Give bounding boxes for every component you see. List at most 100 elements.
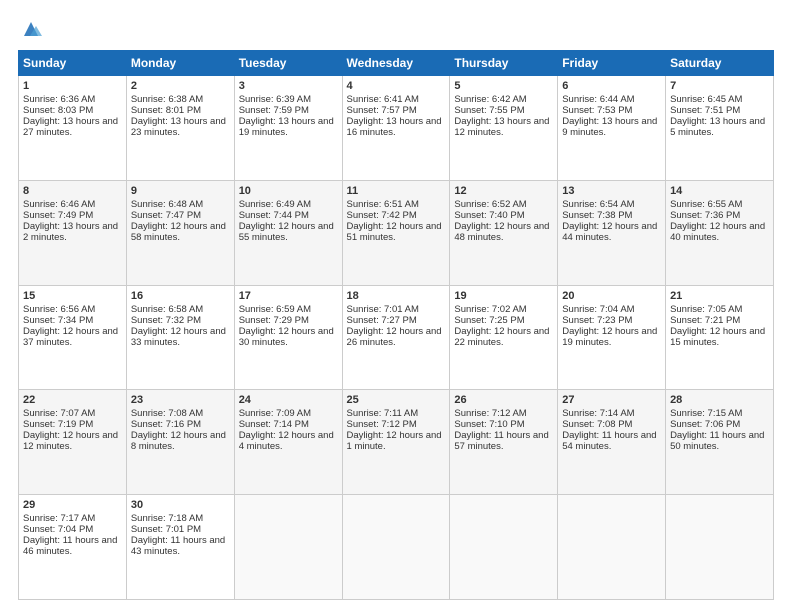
sunset-text: Sunset: 7:34 PM xyxy=(23,315,93,326)
calendar-header-row: SundayMondayTuesdayWednesdayThursdayFrid… xyxy=(19,51,774,76)
daylight-text: Daylight: 11 hours and 57 minutes. xyxy=(454,430,548,452)
sunrise-text: Sunrise: 6:36 AM xyxy=(23,94,95,105)
daylight-text: Daylight: 12 hours and 40 minutes. xyxy=(670,221,765,243)
day-number: 6 xyxy=(562,80,661,92)
sunrise-text: Sunrise: 7:15 AM xyxy=(670,408,742,419)
daylight-text: Daylight: 13 hours and 23 minutes. xyxy=(131,116,226,138)
daylight-text: Daylight: 12 hours and 26 minutes. xyxy=(347,326,442,348)
table-row: 2Sunrise: 6:38 AMSunset: 8:01 PMDaylight… xyxy=(126,76,234,181)
table-row: 3Sunrise: 6:39 AMSunset: 7:59 PMDaylight… xyxy=(234,76,342,181)
table-row xyxy=(342,495,450,600)
day-number: 30 xyxy=(131,499,230,511)
calendar: SundayMondayTuesdayWednesdayThursdayFrid… xyxy=(18,50,774,600)
daylight-text: Daylight: 11 hours and 46 minutes. xyxy=(23,535,117,557)
daylight-text: Daylight: 12 hours and 33 minutes. xyxy=(131,326,226,348)
day-number: 17 xyxy=(239,290,338,302)
table-row xyxy=(234,495,342,600)
day-number: 2 xyxy=(131,80,230,92)
daylight-text: Daylight: 13 hours and 2 minutes. xyxy=(23,221,118,243)
table-row: 24Sunrise: 7:09 AMSunset: 7:14 PMDayligh… xyxy=(234,390,342,495)
day-number: 18 xyxy=(347,290,446,302)
table-row: 12 Sunrise: 6:52 AMSunset: 7:40 PMDayligh… xyxy=(450,180,558,285)
sunset-text: Sunset: 7:36 PM xyxy=(670,210,740,221)
table-row: 8Sunrise: 6:46 AMSunset: 7:49 PMDaylight… xyxy=(19,180,127,285)
table-row: 5Sunrise: 6:42 AMSunset: 7:55 PMDaylight… xyxy=(450,76,558,181)
table-row: 20Sunrise: 7:04 AMSunset: 7:23 PMDayligh… xyxy=(558,285,666,390)
sunset-text: Sunset: 7:04 PM xyxy=(23,524,93,535)
daylight-text: Daylight: 12 hours and 22 minutes. xyxy=(454,326,549,348)
day-number: 16 xyxy=(131,290,230,302)
daylight-text: Daylight: 12 hours and 48 minutes. xyxy=(454,221,549,243)
day-number: 11 xyxy=(347,185,446,197)
sunset-text: Sunset: 7:59 PM xyxy=(239,105,309,116)
sunset-text: Sunset: 7:47 PM xyxy=(131,210,201,221)
daylight-text: Daylight: 12 hours and 15 minutes. xyxy=(670,326,765,348)
table-row: 18 Sunrise: 7:01 AMSunset: 7:27 PMDayligh… xyxy=(342,285,450,390)
table-row: 7Sunrise: 6:45 AMSunset: 7:51 PMDaylight… xyxy=(666,76,774,181)
table-row: 11 Sunrise: 6:51 AMSunset: 7:42 PMDayligh… xyxy=(342,180,450,285)
table-row: 4Sunrise: 6:41 AMSunset: 7:57 PMDaylight… xyxy=(342,76,450,181)
logo xyxy=(18,18,42,40)
sunset-text: Sunset: 8:01 PM xyxy=(131,105,201,116)
daylight-text: Daylight: 11 hours and 43 minutes. xyxy=(131,535,225,557)
sunset-text: Sunset: 8:03 PM xyxy=(23,105,93,116)
sunset-text: Sunset: 7:06 PM xyxy=(670,419,740,430)
daylight-text: Daylight: 12 hours and 55 minutes. xyxy=(239,221,334,243)
daylight-text: Daylight: 12 hours and 37 minutes. xyxy=(23,326,118,348)
day-number: 7 xyxy=(670,80,769,92)
sunrise-text: Sunrise: 6:54 AM xyxy=(562,199,634,210)
sunrise-text: Sunrise: 6:59 AM xyxy=(239,304,311,315)
calendar-header-sunday: Sunday xyxy=(19,51,127,76)
day-number: 12 xyxy=(454,185,553,197)
table-row: 15Sunrise: 6:56 AMSunset: 7:34 PMDayligh… xyxy=(19,285,127,390)
calendar-header-wednesday: Wednesday xyxy=(342,51,450,76)
day-number: 27 xyxy=(562,394,661,406)
logo-icon xyxy=(20,18,42,40)
sunset-text: Sunset: 7:44 PM xyxy=(239,210,309,221)
sunset-text: Sunset: 7:27 PM xyxy=(347,315,417,326)
sunrise-text: Sunrise: 7:18 AM xyxy=(131,513,203,524)
day-number: 28 xyxy=(670,394,769,406)
day-number: 1 xyxy=(23,80,122,92)
table-row: 19Sunrise: 7:02 AMSunset: 7:25 PMDayligh… xyxy=(450,285,558,390)
calendar-header-thursday: Thursday xyxy=(450,51,558,76)
sunrise-text: Sunrise: 7:04 AM xyxy=(562,304,634,315)
daylight-text: Daylight: 13 hours and 16 minutes. xyxy=(347,116,442,138)
sunset-text: Sunset: 7:42 PM xyxy=(347,210,417,221)
daylight-text: Daylight: 12 hours and 58 minutes. xyxy=(131,221,226,243)
sunset-text: Sunset: 7:40 PM xyxy=(454,210,524,221)
daylight-text: Daylight: 11 hours and 54 minutes. xyxy=(562,430,656,452)
table-row xyxy=(450,495,558,600)
table-row: 14Sunrise: 6:55 AMSunset: 7:36 PMDayligh… xyxy=(666,180,774,285)
table-row: 9Sunrise: 6:48 AMSunset: 7:47 PMDaylight… xyxy=(126,180,234,285)
daylight-text: Daylight: 12 hours and 51 minutes. xyxy=(347,221,442,243)
day-number: 29 xyxy=(23,499,122,511)
day-number: 10 xyxy=(239,185,338,197)
table-row: 13Sunrise: 6:54 AMSunset: 7:38 PMDayligh… xyxy=(558,180,666,285)
header xyxy=(18,18,774,40)
sunrise-text: Sunrise: 6:51 AM xyxy=(347,199,419,210)
calendar-week-row: 1 Sunrise: 6:36 AMSunset: 8:03 PM Daylight… xyxy=(19,76,774,181)
day-number: 5 xyxy=(454,80,553,92)
day-number: 13 xyxy=(562,185,661,197)
sunset-text: Sunset: 7:53 PM xyxy=(562,105,632,116)
table-row: 28Sunrise: 7:15 AMSunset: 7:06 PMDayligh… xyxy=(666,390,774,495)
table-row: 21Sunrise: 7:05 AMSunset: 7:21 PMDayligh… xyxy=(666,285,774,390)
sunset-text: Sunset: 7:21 PM xyxy=(670,315,740,326)
day-number: 15 xyxy=(23,290,122,302)
sunrise-text: Sunrise: 7:14 AM xyxy=(562,408,634,419)
table-row: 6Sunrise: 6:44 AMSunset: 7:53 PMDaylight… xyxy=(558,76,666,181)
sunrise-text: Sunrise: 6:52 AM xyxy=(454,199,526,210)
sunrise-text: Sunrise: 7:01 AM xyxy=(347,304,419,315)
sunrise-text: Sunrise: 7:02 AM xyxy=(454,304,526,315)
table-row: 27 Sunrise: 7:14 AMSunset: 7:08 PMDayligh… xyxy=(558,390,666,495)
day-number: 14 xyxy=(670,185,769,197)
sunset-text: Sunset: 7:29 PM xyxy=(239,315,309,326)
day-number: 9 xyxy=(131,185,230,197)
daylight-text: Daylight: 13 hours and 12 minutes. xyxy=(454,116,549,138)
daylight-text: Daylight: 12 hours and 19 minutes. xyxy=(562,326,657,348)
sunset-text: Sunset: 7:08 PM xyxy=(562,419,632,430)
day-number: 26 xyxy=(454,394,553,406)
calendar-week-row: 8Sunrise: 6:46 AMSunset: 7:49 PMDaylight… xyxy=(19,180,774,285)
sunset-text: Sunset: 7:51 PM xyxy=(670,105,740,116)
